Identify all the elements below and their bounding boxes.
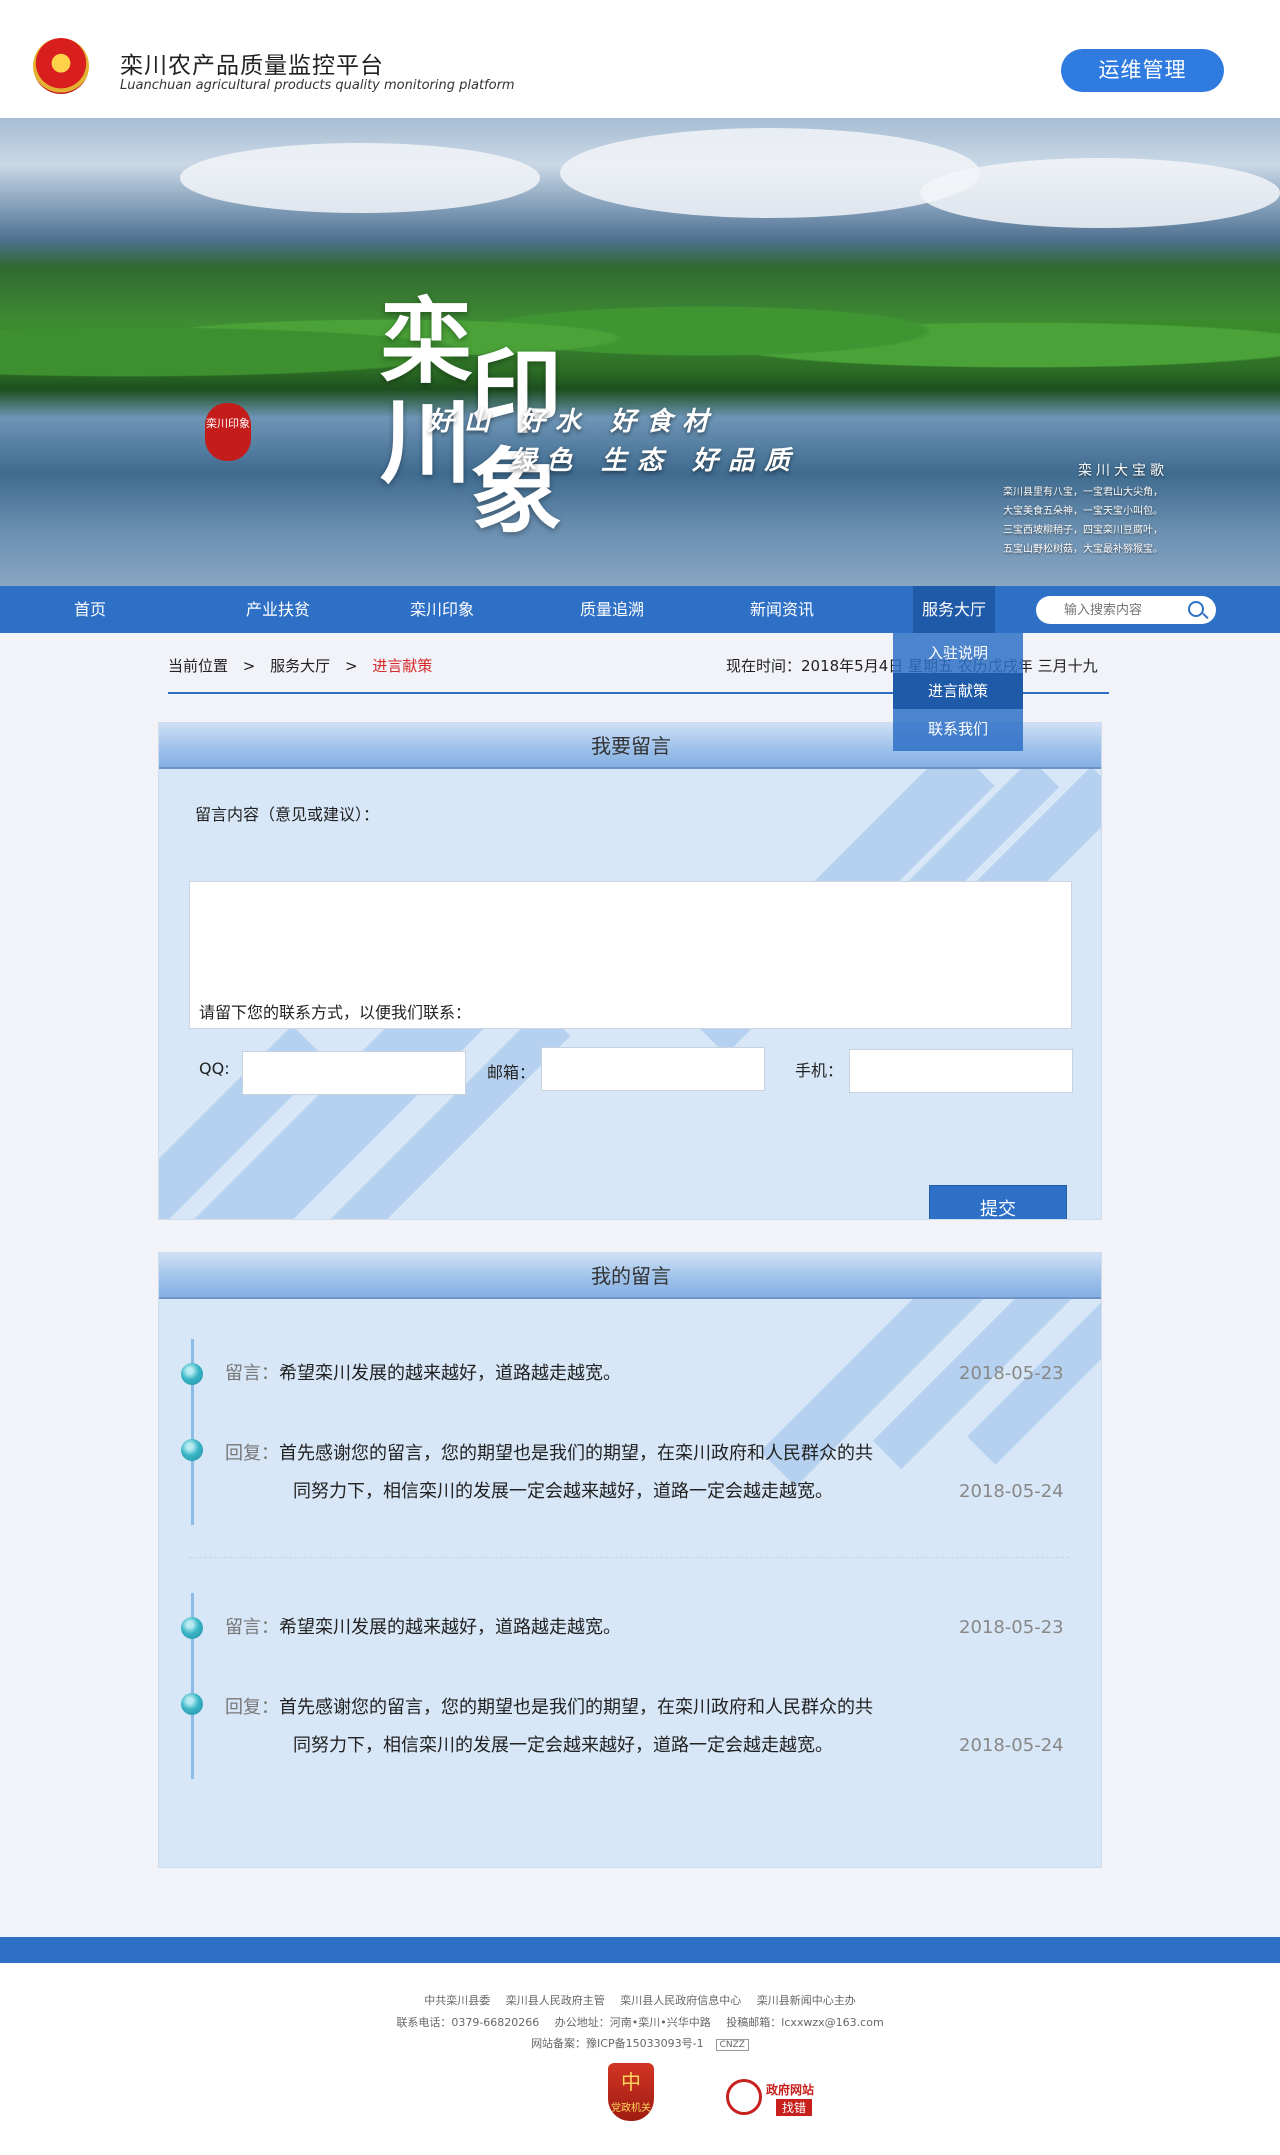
footer-bar	[0, 1937, 1280, 1963]
qq-input[interactable]	[242, 1051, 466, 1095]
breadcrumb-location: 当前位置	[168, 657, 229, 675]
poem-line: 栾川县里有八宝，一宝君山大尖角，	[1003, 487, 1163, 498]
site-subtitle: Luanchuan agricultural products quality …	[120, 78, 515, 93]
party-govt-icon: 中	[621, 2070, 641, 2094]
footer-text: 栾川县人民政府信息中心	[620, 1994, 742, 2007]
qq-label: QQ:	[199, 1059, 230, 1078]
service-dropdown: 入驻说明 进言献策 联系我们	[893, 633, 1023, 751]
breadcrumb-sep: >	[242, 657, 256, 675]
party-govt-badge[interactable]: 中 党政机关	[608, 2063, 654, 2121]
footer-text: 投稿邮箱：lcxxwzx@163.com	[726, 2016, 884, 2029]
nav-item-news[interactable]: 新闻资讯	[732, 586, 832, 633]
nav-item-service[interactable]: 服务大厅	[913, 586, 995, 633]
gov-badge-text: 政府网站	[766, 2083, 815, 2097]
poem-line: 大宝美食五朵神，一宝天宝小叫包。	[1003, 506, 1163, 517]
breadcrumb-level1[interactable]: 服务大厅	[270, 657, 330, 675]
phone-input[interactable]	[849, 1049, 1073, 1093]
footer-text: 栾川县人民政府主管	[505, 1994, 605, 2007]
reply-text: 回复：首先感谢您的留言，您的期望也是我们的期望，在栾川政府和人民群众的共 同努力…	[225, 1689, 873, 1765]
gov-site-error-badge[interactable]: 政府网站 找错	[726, 2077, 826, 2121]
message-divider	[189, 1557, 1069, 1558]
footer-text: 办公地址：河南•栾川•兴华中路	[554, 2016, 711, 2029]
poem-title: 栾川大宝歌	[1078, 463, 1168, 479]
ops-management-button[interactable]: 运维管理	[1061, 49, 1224, 92]
banner: 栾 印 川 象 栾川印象 好山 好水 好食材 绿色 生态 好品质 栾川大宝歌 栾…	[0, 118, 1280, 586]
reply-date: 2018-05-24	[959, 1735, 1064, 1756]
dropdown-item-advice[interactable]: 进言献策	[893, 673, 1023, 709]
national-emblem-icon: ★	[33, 38, 89, 94]
calligraphy-char: 栾	[380, 288, 473, 396]
footer: 中共栾川县委 栾川县人民政府主管 栾川县人民政府信息中心 栾川县新闻中心主办 联…	[0, 1963, 1280, 2155]
footer-text: 栾川县新闻中心主办	[756, 1994, 856, 2007]
message-prefix: 留言：	[225, 1363, 279, 1384]
reply-line-2: 同努力下，相信栾川的发展一定会越来越好，道路一定会越走越宽。	[293, 1735, 833, 1756]
site-title: 栾川农产品质量监控平台	[120, 53, 384, 79]
my-messages-panel: 我的留言 留言：希望栾川发展的越来越好，道路越走越宽。 2018-05-23 回…	[158, 1252, 1102, 1868]
nav-item-trace[interactable]: 质量追溯	[562, 586, 662, 633]
timeline-dot-icon	[181, 1693, 203, 1715]
footer-text: 中共栾川县委	[424, 1994, 491, 2007]
search-input[interactable]	[1064, 596, 1204, 624]
search-box	[1036, 596, 1216, 624]
cnzz-badge[interactable]: CNZZ	[715, 2039, 749, 2051]
nav-item-home[interactable]: 首页	[50, 586, 130, 633]
contact-label: 请留下您的联系方式，以便我们联系：	[199, 1003, 472, 1022]
main-nav: 首页 产业扶贫 栾川印象 质量追溯 新闻资讯 服务大厅	[0, 586, 1280, 633]
messages-panel-title: 我的留言	[159, 1253, 1101, 1299]
timeline-dot-icon	[181, 1363, 203, 1385]
reply-line-1: 首先感谢您的留言，您的期望也是我们的期望，在栾川政府和人民群众的共	[279, 1697, 873, 1718]
message-text: 留言：希望栾川发展的越来越好，道路越走越宽。	[225, 1355, 621, 1393]
gov-badge-text: 找错	[776, 2099, 813, 2116]
reply-text: 回复：首先感谢您的留言，您的期望也是我们的期望，在栾川政府和人民群众的共 同努力…	[225, 1435, 873, 1511]
reply-line-1: 首先感谢您的留言，您的期望也是我们的期望，在栾川政府和人民群众的共	[279, 1443, 873, 1464]
message-form-panel: 我要留言 留言内容（意见或建议）： 请留下您的联系方式，以便我们联系： QQ: …	[158, 722, 1102, 1220]
poem-box: 栾川大宝歌 栾川县里有八宝，一宝君山大尖角， 大宝美食五朵神，一宝天宝小叫包。 …	[1003, 462, 1243, 580]
search-icon[interactable]	[1188, 601, 1204, 617]
dropdown-item-contact[interactable]: 联系我们	[893, 711, 1023, 747]
phone-label: 手机：	[795, 1061, 844, 1080]
footer-icp[interactable]: 网站备案：豫ICP备15033093号-1	[531, 2037, 704, 2050]
snow-mountain	[180, 143, 540, 213]
top-header: ★ 栾川农产品质量监控平台 Luanchuan agricultural pro…	[0, 0, 1280, 118]
email-label: 邮箱：	[487, 1063, 536, 1082]
reply-prefix: 回复：	[225, 1697, 279, 1718]
message-date: 2018-05-23	[959, 1617, 1064, 1638]
nav-item-poverty[interactable]: 产业扶贫	[228, 586, 328, 633]
red-seal: 栾川印象	[205, 403, 251, 461]
poem-line: 五宝山野松树菇，大宝最补猕猴宝。	[1003, 544, 1163, 555]
magnifier-icon	[726, 2079, 762, 2115]
slogan-line-1: 好山 好水 好食材	[428, 407, 719, 437]
content-label: 留言内容（意见或建议）：	[195, 805, 380, 824]
star-icon: ★	[52, 51, 69, 72]
reply-prefix: 回复：	[225, 1443, 279, 1464]
party-govt-label: 党政机关	[611, 2103, 651, 2114]
submit-button[interactable]: 提交	[929, 1185, 1067, 1219]
footer-line-2: 联系电话：0379-66820266 办公地址：河南•栾川•兴华中路 投稿邮箱：…	[0, 2014, 1280, 2030]
snow-mountain	[920, 158, 1280, 228]
tree-row	[0, 268, 1280, 408]
message-content: 希望栾川发展的越来越好，道路越走越宽。	[279, 1617, 621, 1638]
footer-line-1: 中共栾川县委 栾川县人民政府主管 栾川县人民政府信息中心 栾川县新闻中心主办	[0, 1992, 1280, 2008]
slogan-line-2: 绿色 生态 好品质	[510, 446, 801, 476]
footer-line-3: 网站备案：豫ICP备15033093号-1 CNZZ	[0, 2035, 1280, 2051]
snow-mountain	[560, 128, 980, 218]
message-prefix: 留言：	[225, 1617, 279, 1638]
breadcrumb: 当前位置 > 服务大厅 > 进言献策	[168, 655, 442, 676]
timeline-dot-icon	[181, 1617, 203, 1639]
message-text: 留言：希望栾川发展的越来越好，道路越走越宽。	[225, 1609, 621, 1647]
message-content: 希望栾川发展的越来越好，道路越走越宽。	[279, 1363, 621, 1384]
timeline-dot-icon	[181, 1439, 203, 1461]
nav-item-impression[interactable]: 栾川印象	[392, 586, 492, 633]
message-date: 2018-05-23	[959, 1363, 1064, 1384]
poem-line: 三宝西坡柳稍子，四宝栾川豆腐叶，	[1003, 525, 1163, 536]
form-panel-body: 留言内容（意见或建议）： 请留下您的联系方式，以便我们联系： QQ: 邮箱： 手…	[159, 769, 1101, 1219]
reply-date: 2018-05-24	[959, 1481, 1064, 1502]
email-input[interactable]	[541, 1047, 765, 1091]
breadcrumb-sep: >	[344, 657, 358, 675]
dropdown-item-guide[interactable]: 入驻说明	[893, 635, 1023, 671]
footer-text: 联系电话：0379-66820266	[396, 2016, 540, 2029]
reply-line-2: 同努力下，相信栾川的发展一定会越来越好，道路一定会越走越宽。	[293, 1481, 833, 1502]
breadcrumb-current: 进言献策	[372, 657, 433, 675]
